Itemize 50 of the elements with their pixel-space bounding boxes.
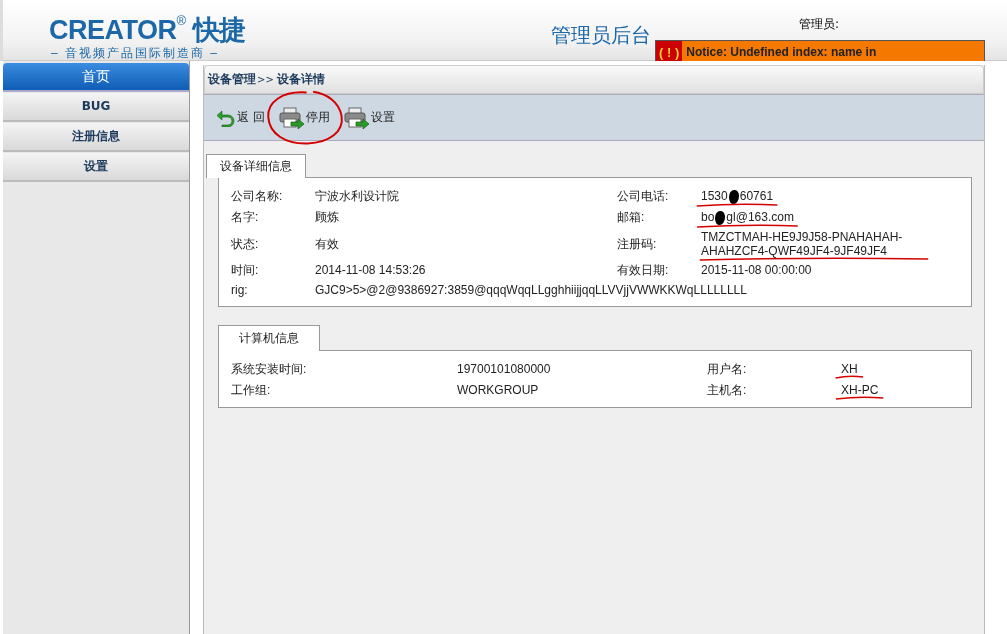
printer-icon	[278, 106, 305, 129]
sidebar-item[interactable]: 设置	[3, 153, 189, 182]
toolbar-button[interactable]: 停用	[276, 103, 332, 132]
notice-text: Notice: Undefined index: name in	[685, 45, 877, 59]
field-label: 时间:	[231, 262, 260, 279]
field-label: 系统安装时间:	[231, 361, 308, 378]
breadcrumb-link[interactable]: 设备管理	[208, 71, 256, 88]
field-label: 用户名:	[707, 361, 748, 378]
field-label: 注册码:	[617, 235, 658, 253]
field-value: 宁波水利设计院	[315, 188, 399, 205]
field-value: 19700101080000	[457, 362, 551, 376]
field-value: 顾炼	[315, 209, 339, 226]
field-value: 2015-11-08 00:00:00	[701, 263, 812, 277]
warning-icon: ( ! )	[656, 41, 683, 63]
sidebar-item[interactable]: 首页	[3, 63, 189, 92]
back-arrow-icon	[216, 108, 236, 127]
field-label: 邮箱:	[617, 209, 646, 226]
sidebar-item[interactable]: BUG	[3, 93, 189, 122]
field-value: 1530 60761	[695, 189, 780, 208]
field-value: 有效	[315, 235, 339, 253]
toolbar-button[interactable]: 设置	[341, 103, 397, 132]
field-label: 公司名称:	[231, 188, 284, 205]
field-label: 公司电话:	[617, 188, 670, 205]
field-label: 主机名:	[707, 382, 748, 399]
field-value: XH	[835, 362, 864, 380]
field-value: XH-PC	[835, 383, 885, 401]
field-label: 名字:	[231, 209, 260, 226]
underline-annotation	[835, 395, 885, 401]
field-value: GJC9>5>@2@9386927:3859@qqqWqqLLgghhiijjqqLLVVjjVWWKKWqLLLLLLLL	[315, 283, 747, 297]
field-value: bo gl@163.com	[695, 210, 800, 229]
breadcrumb-current: 设备详情	[276, 71, 325, 88]
breadcrumb-separator: >>	[257, 74, 274, 85]
sidebar-item[interactable]: 注册信息	[3, 123, 189, 152]
field-label: rig:	[231, 282, 249, 299]
panel-tab[interactable]: 计算机信息	[218, 325, 320, 351]
admin-label: 管理员:	[799, 16, 840, 33]
panel-tab[interactable]: 设备详细信息	[206, 154, 306, 178]
redaction-mark	[728, 189, 739, 204]
printer-icon	[343, 106, 370, 129]
field-value: TMZCTMAH-HE9J9J58-PNAHAHAH-AHAHZCF4-QWF49JF4-9JF49JF4	[695, 230, 933, 262]
page-title: 管理员后台	[551, 22, 651, 49]
toolbar-button[interactable]: 返 回	[214, 105, 267, 130]
field-label: 工作组:	[231, 382, 272, 399]
field-value: WORKGROUP	[457, 383, 539, 397]
underline-annotation	[835, 374, 864, 380]
field-label: 有效日期:	[617, 262, 670, 279]
field-label: 状态:	[231, 235, 260, 253]
logo: CREATOR$^{®}$ 快捷 – 音视频产品国际制造商 –	[49, 12, 246, 62]
field-value: 2014-11-08 14:53:26	[315, 263, 426, 277]
redaction-mark	[715, 210, 726, 225]
